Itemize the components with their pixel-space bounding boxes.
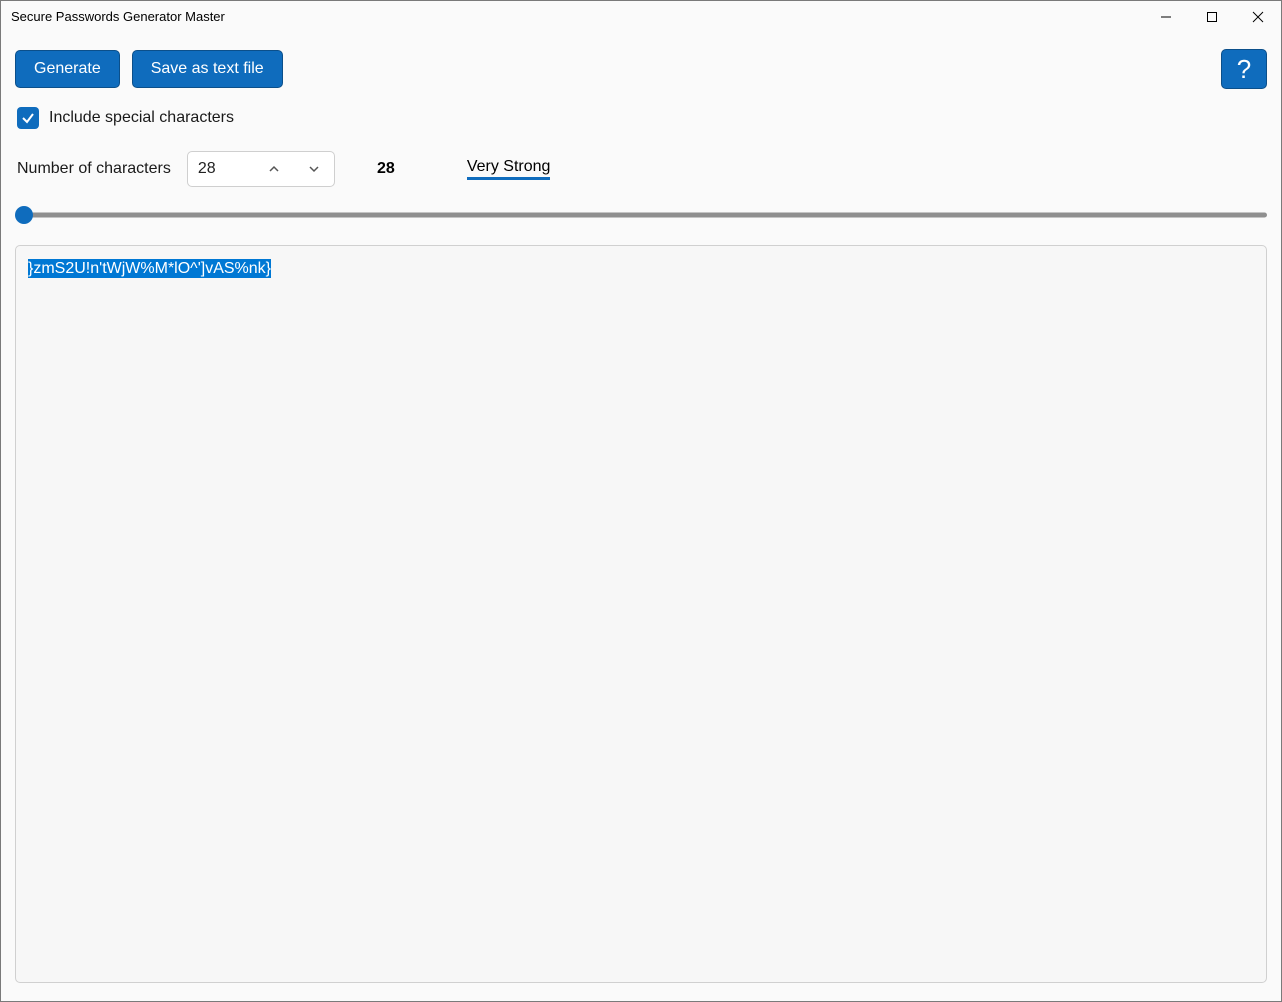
titlebar: Secure Passwords Generator Master — [1, 1, 1281, 35]
num-chars-spinner — [187, 151, 335, 187]
strength-indicator: Very Strong — [467, 158, 551, 180]
help-icon: ? — [1237, 54, 1251, 85]
app-window: Secure Passwords Generator Master Genera… — [0, 0, 1282, 1002]
password-output[interactable]: }zmS2U!n'tWjW%M*lO^']vAS%nk} — [15, 245, 1267, 983]
maximize-icon — [1206, 11, 1218, 23]
content-area: Generate Save as text file ? Include spe… — [1, 35, 1281, 1001]
slider-thumb[interactable] — [15, 206, 33, 224]
save-as-text-button[interactable]: Save as text file — [132, 50, 283, 88]
window-controls — [1143, 1, 1281, 35]
window-title: Secure Passwords Generator Master — [11, 1, 225, 24]
close-icon — [1252, 11, 1264, 23]
num-chars-display: 28 — [371, 160, 401, 178]
generate-button[interactable]: Generate — [15, 50, 120, 88]
num-chars-input[interactable] — [188, 154, 254, 184]
num-chars-label: Number of characters — [17, 160, 171, 178]
help-button[interactable]: ? — [1221, 49, 1267, 89]
include-special-label: Include special characters — [49, 109, 234, 127]
close-button[interactable] — [1235, 1, 1281, 33]
include-special-row: Include special characters — [15, 107, 1267, 129]
minimize-button[interactable] — [1143, 1, 1189, 33]
generated-password[interactable]: }zmS2U!n'tWjW%M*lO^']vAS%nk} — [28, 259, 271, 278]
check-icon — [21, 111, 35, 125]
chevron-up-icon — [267, 162, 281, 176]
slider-track — [19, 213, 1267, 218]
chevron-down-icon — [307, 162, 321, 176]
num-chars-increment[interactable] — [254, 151, 294, 187]
include-special-checkbox[interactable] — [17, 107, 39, 129]
num-chars-decrement[interactable] — [294, 151, 334, 187]
maximize-button[interactable] — [1189, 1, 1235, 33]
options-row: Number of characters 28 Very Strong — [15, 151, 1267, 187]
minimize-icon — [1160, 11, 1172, 23]
length-slider[interactable] — [15, 203, 1267, 227]
toolbar: Generate Save as text file ? — [15, 49, 1267, 89]
